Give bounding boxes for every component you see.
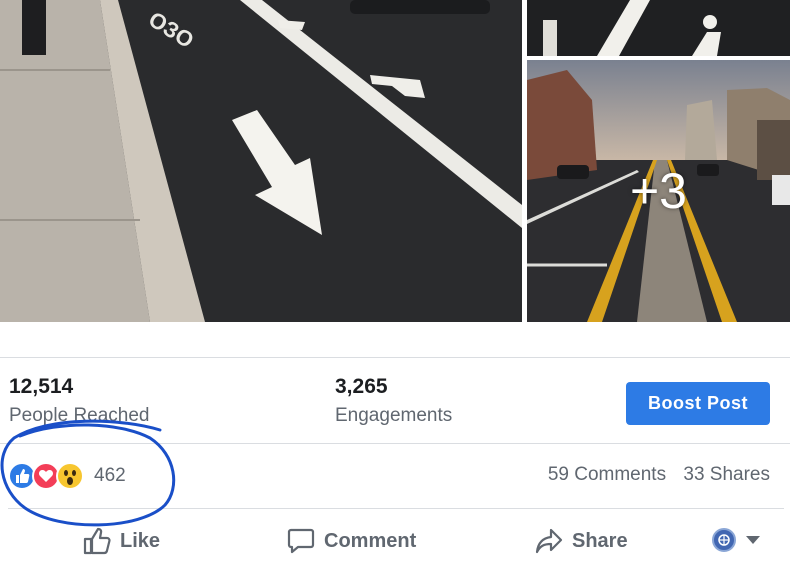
comment-bubble-icon bbox=[287, 528, 315, 554]
engagement-counts: 59 Comments 33 Shares bbox=[536, 464, 770, 486]
engagements-value: 3,265 bbox=[335, 375, 388, 398]
insights-divider-top bbox=[0, 357, 790, 358]
reaction-summary[interactable]: 462 bbox=[8, 461, 126, 491]
wow-icon bbox=[56, 462, 84, 490]
audience-selector[interactable] bbox=[712, 528, 760, 552]
share-arrow-icon bbox=[535, 528, 563, 554]
boost-post-button[interactable]: Boost Post bbox=[626, 382, 770, 425]
comments-count[interactable]: 59 Comments bbox=[548, 464, 666, 485]
people-reached-value: 12,514 bbox=[9, 375, 74, 398]
engagements-label: Engagements bbox=[335, 405, 453, 426]
like-button[interactable]: Like bbox=[82, 526, 160, 556]
thumbs-up-icon bbox=[83, 527, 111, 555]
post-photo-grid: OЗO +3 bbox=[0, 0, 798, 322]
share-button-label: Share bbox=[572, 529, 628, 552]
comment-button-label: Comment bbox=[324, 529, 417, 552]
more-photos-count[interactable]: +3 bbox=[527, 60, 790, 322]
insights-divider-bottom bbox=[0, 443, 790, 444]
like-button-label: Like bbox=[120, 529, 161, 552]
actions-divider bbox=[8, 508, 784, 509]
engagements-stat: 3,265 Engagements bbox=[335, 375, 452, 427]
reaction-count[interactable]: 462 bbox=[94, 465, 126, 487]
people-reached-stat: 12,514 People Reached bbox=[9, 375, 150, 427]
chevron-down-icon bbox=[746, 536, 760, 544]
post-action-bar: Like Comment Share bbox=[0, 518, 798, 572]
shares-count[interactable]: 33 Shares bbox=[683, 464, 770, 485]
photo-bike-symbol[interactable] bbox=[527, 0, 790, 56]
share-button[interactable]: Share bbox=[534, 526, 628, 556]
comment-button[interactable]: Comment bbox=[286, 526, 416, 556]
people-reached-label: People Reached bbox=[9, 405, 150, 426]
photo-bike-lane[interactable]: OЗO bbox=[0, 0, 522, 322]
audience-avatar-icon bbox=[712, 528, 736, 552]
photo-road-median[interactable]: +3 bbox=[527, 60, 790, 322]
